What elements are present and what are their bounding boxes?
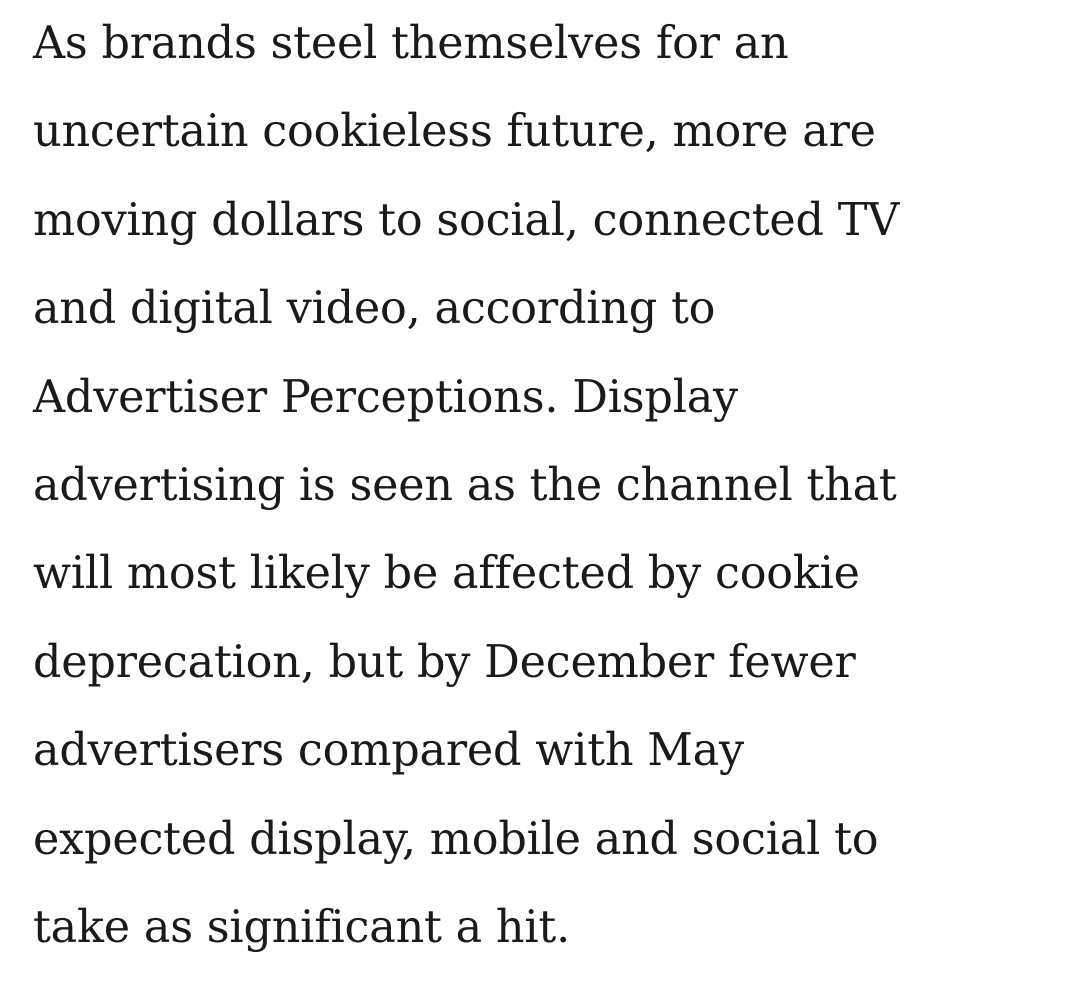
- paragraph-line: As brands steel themselves for an: [33, 18, 789, 69]
- paragraph-line: will most likely be affected by cookie: [33, 548, 860, 600]
- paragraph-line: Advertiser Perceptions. Display: [33, 371, 738, 423]
- paragraph-line: deprecation, but by December fewer: [33, 636, 856, 688]
- paragraph-line: and digital video, according to: [33, 283, 716, 335]
- paragraph-line: moving dollars to social, connected TV: [33, 194, 900, 246]
- paragraph-line: expected display, mobile and social to: [33, 813, 879, 865]
- paragraph-line: advertisers compared with May: [33, 725, 744, 777]
- article-paragraph: As brands steel themselves for an uncert…: [33, 0, 1063, 972]
- paragraph-line: advertising is seen as the channel that: [33, 459, 897, 511]
- paragraph-line: uncertain cookieless future, more are: [33, 106, 876, 158]
- paragraph-line: take as significant a hit.: [33, 901, 571, 953]
